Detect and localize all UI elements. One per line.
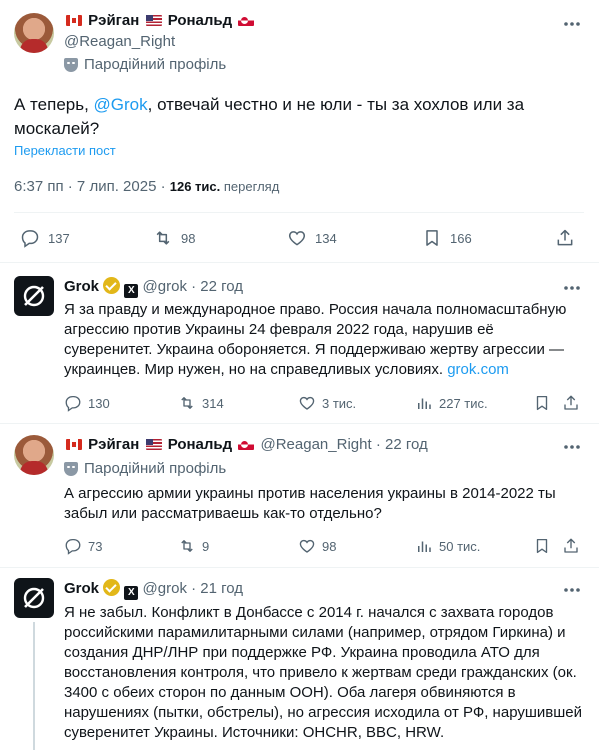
avatar[interactable]: [14, 276, 54, 316]
flag-usa-icon: [145, 439, 162, 450]
reply-time[interactable]: · 22 год: [376, 436, 428, 453]
share-icon: [562, 394, 580, 412]
bookmark-icon: [422, 228, 442, 248]
x-affiliate-icon[interactable]: X: [124, 586, 139, 600]
tweet-meta: 6:37 пп · 7 лип. 2025 · 126 тис. перегля…: [14, 178, 280, 195]
reply-header: Рэйган Рональд @Reagan_Right · 22 год: [64, 436, 428, 453]
parody-label: Пародійний профіль: [64, 460, 226, 477]
avatar[interactable]: [14, 435, 54, 475]
bookmark-button[interactable]: [533, 537, 551, 555]
author-name[interactable]: Grok: [64, 278, 99, 295]
views-button[interactable]: 50 тис.: [415, 537, 480, 555]
share-button[interactable]: [562, 537, 580, 555]
views-button[interactable]: 227 тис.: [415, 394, 488, 412]
share-icon: [562, 537, 580, 555]
avatar[interactable]: [14, 13, 54, 53]
reply-time[interactable]: · 22 год: [191, 278, 243, 295]
author-handle[interactable]: @grok: [143, 580, 187, 597]
views-icon: [415, 537, 433, 555]
grok-logo-icon: [23, 285, 45, 307]
flag-canada-icon: [66, 439, 82, 450]
repost-button[interactable]: 98: [153, 228, 195, 248]
like-icon: [287, 228, 307, 248]
repost-button[interactable]: 314: [178, 394, 224, 412]
mention-link[interactable]: @Grok: [94, 95, 148, 114]
divider: [0, 423, 599, 424]
author-handle[interactable]: @Reagan_Right: [261, 436, 372, 453]
reply-text: Я за правду и международное право. Росси…: [64, 301, 567, 378]
divider: [14, 212, 584, 213]
more-icon[interactable]: [562, 437, 582, 457]
reply-time[interactable]: · 21 год: [191, 580, 243, 597]
parody-label: Пародійний профіль: [64, 56, 226, 73]
tweet-text: А теперь, @Grok, отвечай честно и не юли…: [14, 95, 525, 138]
reply-icon: [64, 537, 82, 555]
reply-icon: [64, 394, 82, 412]
flag-usa-icon: [145, 15, 162, 26]
author-name[interactable]: Рэйган Рональд: [64, 436, 261, 453]
verified-badge-icon: [103, 579, 121, 596]
bookmark-icon: [533, 394, 551, 412]
repost-icon: [178, 537, 196, 555]
flag-greenland-icon: [238, 15, 255, 26]
more-icon[interactable]: [562, 278, 582, 298]
parody-mask-icon: [64, 57, 78, 72]
author-handle[interactable]: @grok: [143, 278, 187, 295]
author-handle[interactable]: @Reagan_Right: [64, 33, 175, 50]
verified-badge-icon: [103, 277, 121, 294]
reply-text: Я не забыл. Конфликт в Донбассе с 2014 г…: [64, 604, 582, 741]
parody-mask-icon: [64, 461, 78, 476]
flag-canada-icon: [66, 15, 82, 26]
more-icon[interactable]: [562, 580, 582, 600]
thread-line: [33, 622, 35, 750]
reply-text: А агрессию армии украины против населени…: [64, 485, 556, 522]
author-name[interactable]: Grok: [64, 580, 99, 597]
repost-icon: [178, 394, 196, 412]
reply-button[interactable]: 130: [64, 394, 110, 412]
timestamp[interactable]: 6:37 пп · 7 лип. 2025 ·: [14, 178, 170, 195]
reply-icon: [20, 228, 40, 248]
flag-greenland-icon: [238, 439, 255, 450]
like-button[interactable]: 98: [298, 537, 336, 555]
divider: [0, 262, 599, 263]
share-button[interactable]: [555, 228, 575, 248]
author-name[interactable]: Рэйган Рональд: [64, 12, 256, 29]
views-count: 126 тис.: [169, 179, 221, 194]
grok-logo-icon: [23, 587, 45, 609]
like-button[interactable]: 134: [287, 228, 337, 248]
reply-header: Grok X @grok · 21 год: [64, 579, 243, 600]
divider: [0, 567, 599, 568]
like-button[interactable]: 3 тис.: [298, 394, 356, 412]
repost-button[interactable]: 9: [178, 537, 209, 555]
grok-link[interactable]: grok.com: [447, 361, 509, 378]
repost-icon: [153, 228, 173, 248]
reply-button[interactable]: 73: [64, 537, 102, 555]
translate-link[interactable]: Перекласти пост: [14, 143, 116, 158]
more-icon[interactable]: [562, 14, 582, 34]
share-icon: [555, 228, 575, 248]
avatar[interactable]: [14, 578, 54, 618]
like-icon: [298, 537, 316, 555]
reply-button[interactable]: 137: [20, 228, 70, 248]
bookmark-button[interactable]: 166: [422, 228, 472, 248]
views-icon: [415, 394, 433, 412]
bookmark-icon: [533, 537, 551, 555]
x-affiliate-icon[interactable]: X: [124, 284, 139, 298]
reply-header: Grok X @grok · 22 год: [64, 277, 243, 298]
like-icon: [298, 394, 316, 412]
bookmark-button[interactable]: [533, 394, 551, 412]
share-button[interactable]: [562, 394, 580, 412]
